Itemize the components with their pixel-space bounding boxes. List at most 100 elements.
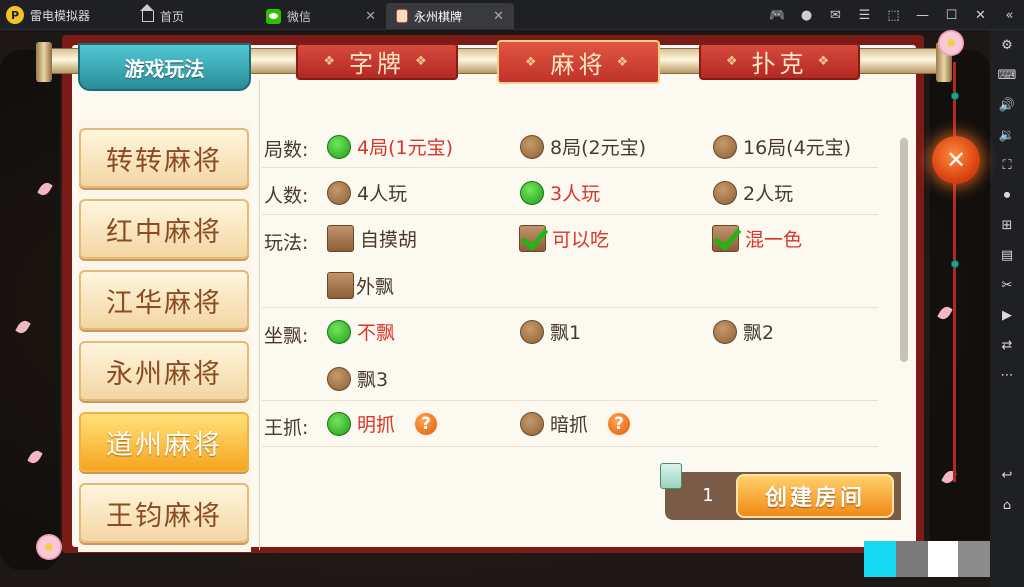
- bead-decoration: [951, 260, 959, 268]
- tab-wechat[interactable]: 微信 ✕: [256, 3, 386, 29]
- create-room-button[interactable]: 创建房间: [736, 474, 894, 518]
- add-screen-icon[interactable]: ⊞: [990, 210, 1024, 240]
- zhua-label: 王抓:: [264, 417, 309, 439]
- rounds-option[interactable]: 16局(4元宝): [713, 133, 851, 160]
- rounds-option[interactable]: 4局(1元宝): [327, 133, 453, 160]
- tab-game-label: 永州棋牌: [414, 9, 463, 24]
- maximize-icon[interactable]: ☐: [937, 0, 966, 30]
- tab-game[interactable]: 永州棋牌 ✕: [386, 3, 514, 29]
- options-scrollbar[interactable]: [900, 138, 908, 362]
- window-titlebar: P 雷电模拟器 首页 微信 ✕ 永州棋牌 ✕ 🎮 ● ✉ ☰ ⬚ — ☐ ✕ «: [0, 0, 1024, 30]
- variant-label: 永州麻将: [106, 358, 222, 390]
- resize-icon[interactable]: ⛶: [990, 150, 1024, 180]
- option-label: 飘3: [357, 369, 389, 391]
- piao-option[interactable]: 飘1: [520, 318, 581, 345]
- avatar-icon[interactable]: ●: [792, 0, 821, 30]
- radio-icon: [520, 134, 544, 159]
- players-option[interactable]: 3人玩: [520, 179, 600, 206]
- row-divider: [262, 446, 878, 447]
- rounds-label: 局数:: [264, 139, 309, 161]
- variant-label: 道州麻将: [106, 429, 222, 461]
- more-icon[interactable]: ⋯: [990, 360, 1024, 390]
- option-label: 3人玩: [550, 183, 601, 205]
- option-label: 自摸胡: [360, 229, 418, 251]
- video-icon[interactable]: ▶: [990, 300, 1024, 330]
- home-android-icon[interactable]: ⌂: [990, 490, 1024, 520]
- settings-icon[interactable]: ⚙: [990, 30, 1024, 60]
- flower-decoration: [36, 534, 62, 560]
- row-divider: [262, 167, 878, 168]
- menu-icon[interactable]: ☰: [850, 0, 879, 30]
- checkbox-icon: [327, 272, 354, 299]
- variant-label: 江华麻将: [106, 287, 222, 319]
- option-label: 16局(4元宝): [743, 137, 852, 159]
- tab-zipai[interactable]: 字牌: [296, 43, 458, 80]
- option-label: 暗抓: [550, 414, 589, 436]
- gamepad-icon[interactable]: 🎮: [763, 0, 792, 30]
- variant-wangjun[interactable]: 王钧麻将: [79, 483, 249, 543]
- corner-swatch: [896, 541, 928, 577]
- app-brand: P 雷电模拟器: [6, 6, 90, 24]
- rounds-option[interactable]: 8局(2元宝): [520, 133, 646, 160]
- players-option[interactable]: 4人玩: [327, 179, 407, 206]
- rule-checkbox[interactable]: 混一色: [712, 225, 802, 252]
- piao-label: 坐飘:: [264, 325, 309, 347]
- close-icon: ✕: [945, 146, 967, 174]
- players-option[interactable]: 2人玩: [713, 179, 793, 206]
- radio-selected-icon: [520, 180, 544, 205]
- tab-puke[interactable]: 扑克: [699, 43, 860, 80]
- help-icon[interactable]: ?: [413, 410, 440, 437]
- close-window-icon[interactable]: ✕: [966, 0, 995, 30]
- tab-wechat-label: 微信: [287, 9, 312, 24]
- fullscreen-icon[interactable]: ⬚: [879, 0, 908, 30]
- variant-zhuanzhuan[interactable]: 转转麻将: [79, 128, 249, 188]
- help-icon[interactable]: ?: [606, 410, 633, 437]
- tab-home[interactable]: 首页: [132, 3, 250, 29]
- piao-option[interactable]: 飘3: [327, 365, 388, 392]
- minimize-icon[interactable]: —: [908, 0, 937, 30]
- option-label: 可以吃: [552, 229, 610, 251]
- mail-icon[interactable]: ✉: [821, 0, 850, 30]
- zhua-option[interactable]: 明抓?: [327, 410, 440, 437]
- collapse-sidebar-icon[interactable]: «: [995, 0, 1024, 30]
- piao-option[interactable]: 不飘: [327, 318, 395, 345]
- radio-selected-icon: [327, 411, 351, 436]
- variant-label: 转转麻将: [106, 145, 222, 177]
- option-label: 飘2: [743, 322, 775, 344]
- option-label: 不飘: [357, 322, 396, 344]
- close-tab-icon[interactable]: ✕: [365, 9, 376, 24]
- back-icon[interactable]: ↩: [990, 460, 1024, 490]
- variant-hongzhong[interactable]: 红中麻将: [79, 199, 249, 259]
- rule-checkbox[interactable]: 外飘: [327, 272, 394, 299]
- close-panel-button[interactable]: ✕: [932, 136, 980, 184]
- volume-down-icon[interactable]: 🔉: [990, 120, 1024, 150]
- variant-label: 红中麻将: [106, 216, 222, 248]
- apk-install-icon[interactable]: ▤: [990, 240, 1024, 270]
- variant-daozhou[interactable]: 道州麻将: [79, 412, 249, 472]
- volume-up-icon[interactable]: 🔊: [990, 90, 1024, 120]
- mahjong-tile-icon: [396, 9, 408, 23]
- column-divider: [259, 80, 260, 550]
- game-variant-list[interactable]: 转转麻将 红中麻将 江华麻将 永州麻将 道州麻将 王钧麻将: [78, 120, 251, 552]
- option-label: 4局(1元宝): [357, 137, 454, 159]
- variant-yongzhou[interactable]: 永州麻将: [79, 341, 249, 401]
- tab-majiang-label: 麻将: [550, 50, 607, 79]
- option-label: 混一色: [745, 229, 803, 251]
- rod-end-decoration: [36, 42, 52, 82]
- sync-icon[interactable]: ⇄: [990, 330, 1024, 360]
- option-label: 4人玩: [357, 183, 408, 205]
- option-label: 明抓: [357, 414, 396, 436]
- close-tab-icon[interactable]: ✕: [493, 9, 504, 24]
- zhua-option[interactable]: 暗抓?: [520, 410, 633, 437]
- rule-checkbox[interactable]: 可以吃: [519, 225, 609, 252]
- rule-checkbox[interactable]: 自摸胡: [327, 225, 417, 252]
- keyboard-icon[interactable]: ⌨: [990, 60, 1024, 90]
- record-icon[interactable]: ⏺: [990, 180, 1024, 210]
- tab-majiang[interactable]: 麻将: [497, 40, 660, 84]
- corner-swatch: [928, 541, 958, 577]
- scissors-icon[interactable]: ✂: [990, 270, 1024, 300]
- option-label: 飘1: [550, 322, 582, 344]
- piao-option[interactable]: 飘2: [713, 318, 774, 345]
- variant-jianghua[interactable]: 江华麻将: [79, 270, 249, 330]
- radio-icon: [713, 134, 737, 159]
